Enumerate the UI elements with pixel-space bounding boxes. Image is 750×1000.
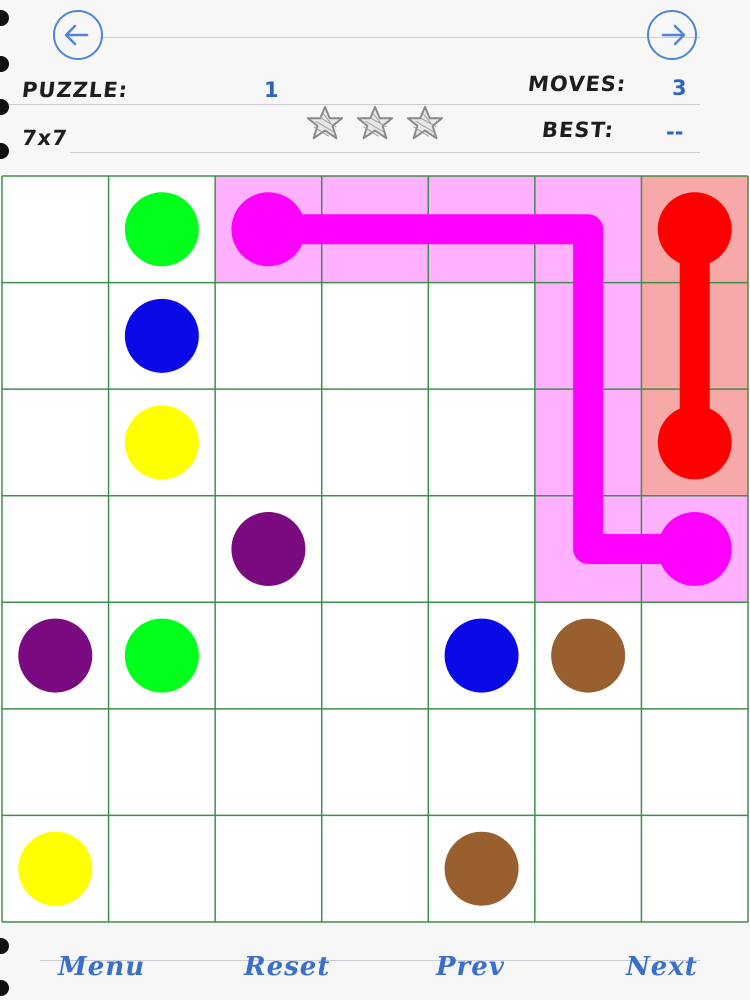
moves-count: 3 (672, 76, 687, 100)
paper-line (70, 152, 700, 153)
magenta-dot[interactable] (657, 512, 732, 586)
game-board[interactable] (0, 174, 750, 924)
yellow-dot[interactable] (18, 831, 93, 906)
board-cell[interactable] (428, 389, 535, 496)
binder-ring (0, 56, 9, 72)
puzzle-label: PUZZLE: (20, 78, 130, 102)
board-cell[interactable] (2, 495, 109, 603)
board-cell[interactable] (2, 708, 109, 816)
board-size-label: 7x7 (20, 126, 70, 150)
board-grid[interactable] (0, 174, 750, 924)
paper-line (100, 37, 700, 38)
board-cell[interactable] (641, 602, 748, 709)
binder-ring (0, 938, 9, 954)
star-icon (356, 104, 394, 142)
previous-puzzle-button[interactable] (53, 10, 103, 60)
red-dot[interactable] (657, 405, 732, 480)
puzzle-number: 1 (264, 78, 279, 102)
board-cell[interactable] (321, 495, 429, 603)
next-button[interactable]: Next (626, 952, 698, 982)
star-rating (306, 104, 444, 142)
purple-dot[interactable] (18, 618, 93, 693)
board-cell[interactable] (2, 389, 109, 496)
board-cell[interactable] (428, 495, 535, 603)
brown-dot[interactable] (551, 618, 626, 693)
star-icon (306, 104, 344, 142)
binder-ring (0, 980, 9, 996)
yellow-dot[interactable] (124, 405, 199, 480)
green-dot[interactable] (124, 618, 199, 693)
board-cell[interactable] (215, 389, 322, 496)
moves-label: MOVES: (526, 72, 628, 96)
board-cell[interactable] (321, 389, 429, 496)
board-cell[interactable] (215, 282, 322, 390)
menu-button[interactable]: Menu (58, 952, 145, 982)
board-cell[interactable] (534, 815, 642, 922)
left-arrow-icon (64, 24, 89, 46)
prev-button[interactable]: Prev (436, 952, 505, 982)
blue-dot[interactable] (124, 298, 199, 373)
brown-dot[interactable] (444, 831, 519, 906)
next-puzzle-button[interactable] (647, 10, 697, 60)
board-cell[interactable] (321, 708, 429, 816)
board-cell[interactable] (215, 708, 322, 816)
reset-button[interactable]: Reset (244, 952, 330, 982)
magenta-dot[interactable] (231, 192, 306, 267)
board-cell[interactable] (428, 708, 535, 816)
board-cell[interactable] (215, 815, 322, 922)
board-cell[interactable] (641, 815, 748, 922)
board-cell[interactable] (428, 282, 535, 390)
board-cell[interactable] (321, 282, 429, 390)
green-dot[interactable] (124, 192, 199, 267)
board-cell[interactable] (534, 708, 642, 816)
board-cell[interactable] (2, 176, 109, 283)
board-cell[interactable] (321, 602, 429, 709)
binder-ring (0, 143, 9, 159)
binder-ring (0, 99, 9, 115)
board-cell[interactable] (321, 815, 429, 922)
red-dot[interactable] (657, 192, 732, 267)
board-cell[interactable] (215, 602, 322, 709)
best-score: -- (666, 120, 684, 144)
purple-dot[interactable] (231, 512, 306, 586)
board-cell[interactable] (2, 282, 109, 390)
board-cell[interactable] (108, 708, 216, 816)
board-cell[interactable] (108, 495, 216, 603)
board-cell[interactable] (108, 815, 216, 922)
blue-dot[interactable] (444, 618, 519, 693)
best-label: BEST: (540, 118, 616, 142)
star-icon (406, 104, 444, 142)
right-arrow-icon (661, 24, 686, 46)
board-cell[interactable] (641, 708, 748, 816)
binder-ring (0, 10, 9, 26)
